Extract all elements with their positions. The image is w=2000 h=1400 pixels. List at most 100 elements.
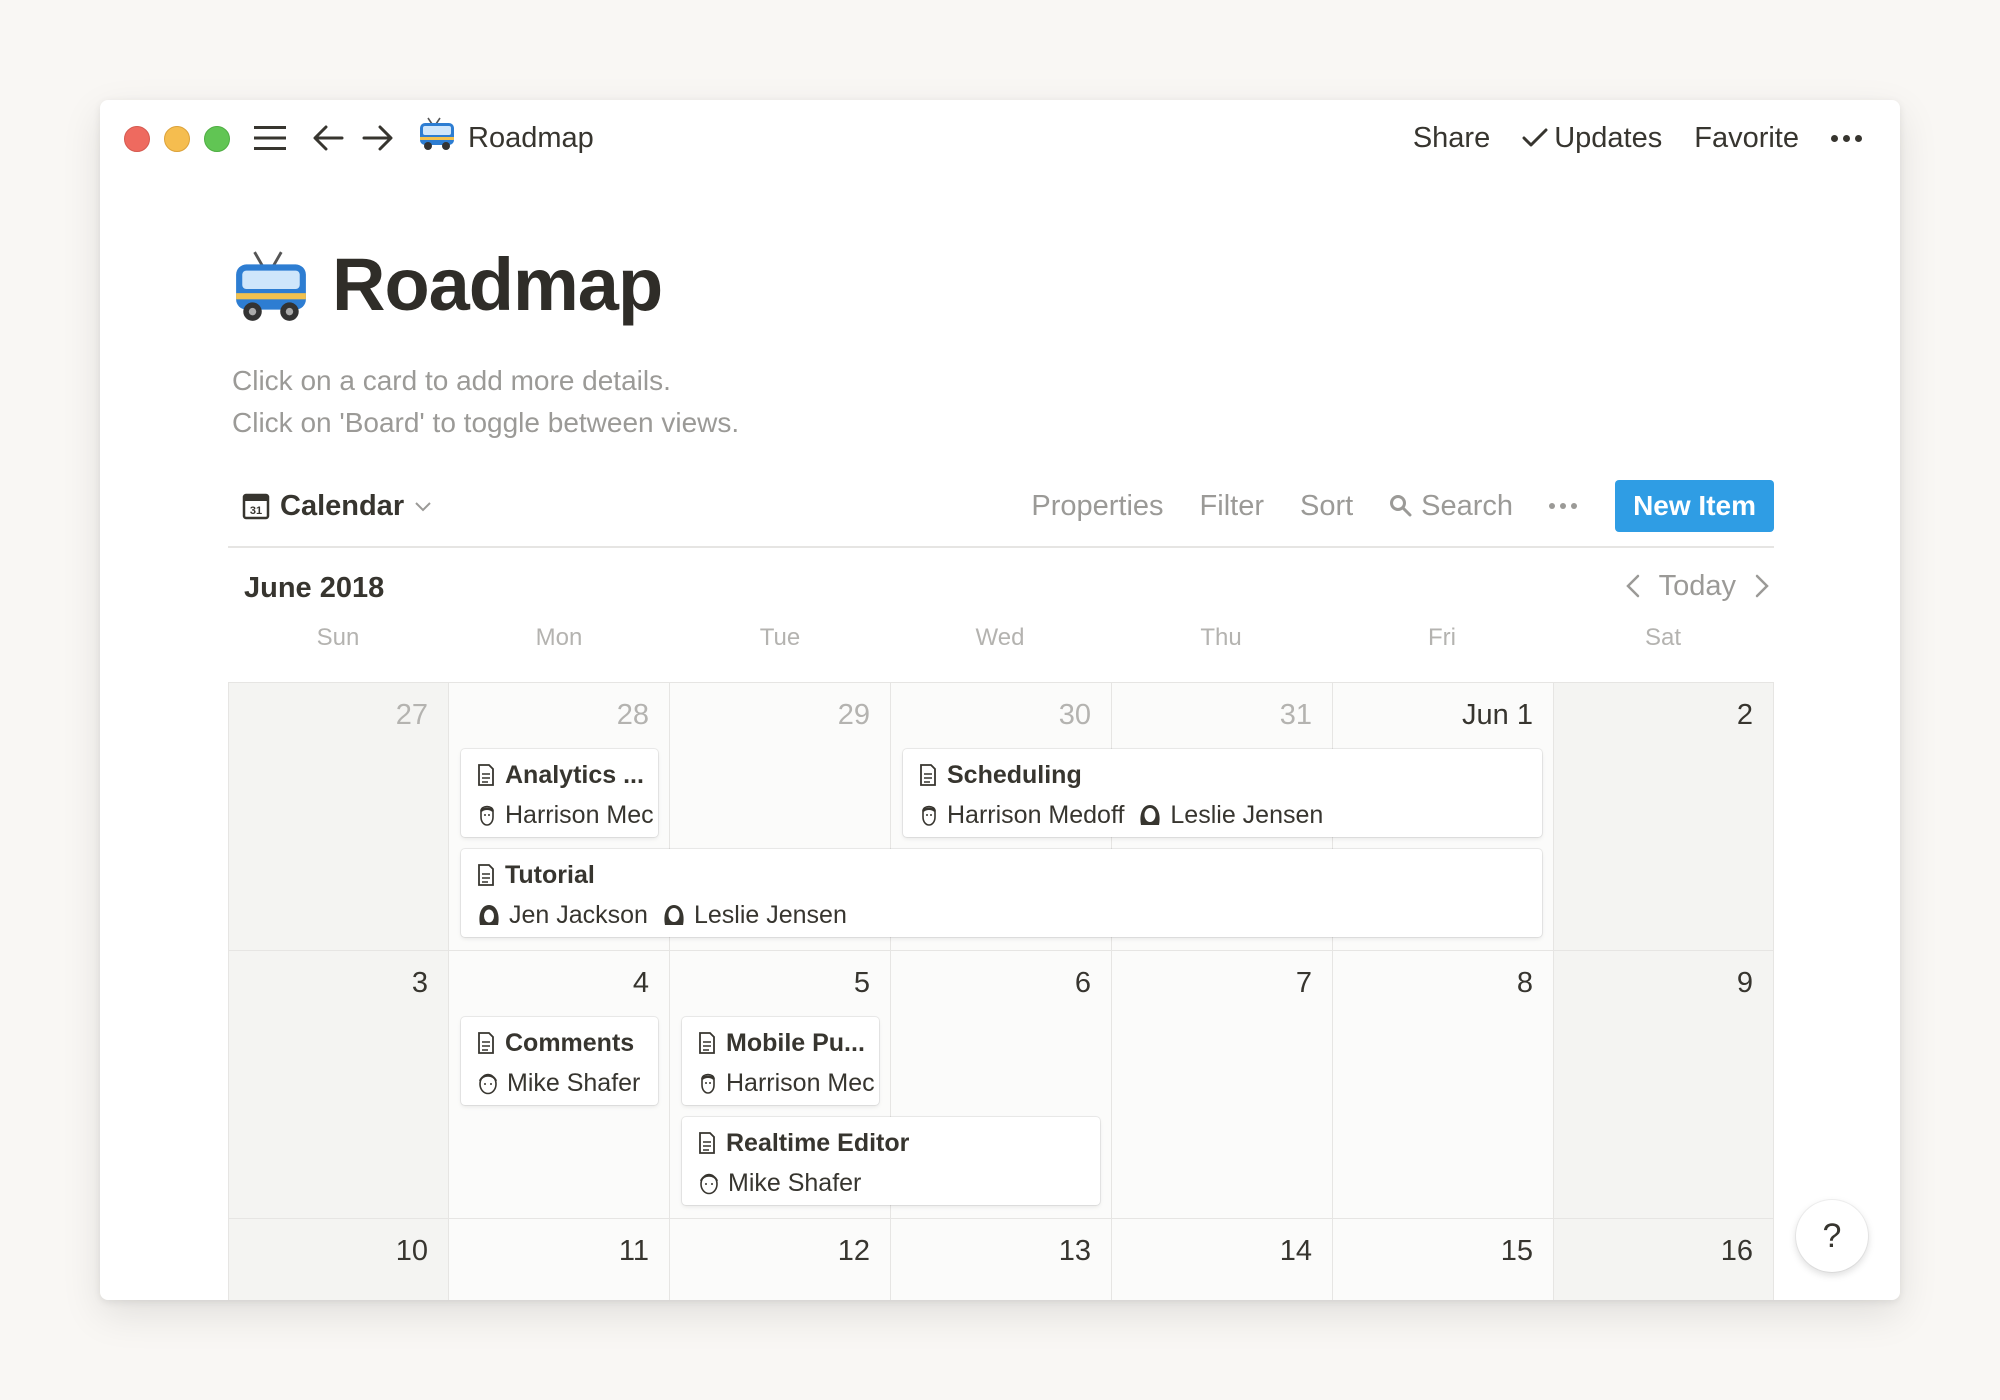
person: Mike Shafer <box>698 1169 861 1198</box>
weekday-header: Sun <box>316 624 360 651</box>
previous-month-icon[interactable] <box>1623 572 1643 600</box>
weekday-header: Tue <box>759 624 801 651</box>
day-cell[interactable]: 3 <box>228 951 449 1219</box>
updates-label: Updates <box>1554 121 1663 154</box>
day-number: 13 <box>1058 1235 1091 1267</box>
event-card[interactable]: Scheduling Harrison Medoff Leslie Jensen <box>903 749 1542 837</box>
event-people: Harrison Medoff Leslie Jensen <box>919 797 1323 833</box>
app-window: Roadmap Share Updates Favorite Roadmap C… <box>100 100 1900 1300</box>
day-number: 5 <box>853 967 870 999</box>
person-name: Harrison Medoff <box>947 800 1125 829</box>
chevron-down-icon <box>415 502 431 512</box>
share-button[interactable]: Share <box>1413 122 1490 155</box>
sidebar-menu-icon[interactable] <box>250 120 290 156</box>
event-title-text: Mobile Pu... <box>726 1028 865 1057</box>
day-number: 31 <box>1279 699 1312 731</box>
search-button[interactable]: Search <box>1389 490 1513 523</box>
person-name: Harrison Mec <box>505 800 654 829</box>
person-name: Leslie Jensen <box>1170 800 1324 829</box>
event-title: Tutorial <box>477 857 1532 893</box>
avatar-icon <box>664 905 684 925</box>
page-description[interactable]: Click on a card to add more details. Cli… <box>232 360 739 444</box>
updates-button[interactable]: Updates <box>1522 122 1662 155</box>
weekday-header: Wed <box>975 624 1025 651</box>
search-label: Search <box>1421 489 1514 522</box>
person: Jen Jackson <box>477 901 648 930</box>
day-cell[interactable]: 15 <box>1333 1219 1554 1300</box>
minimize-window-button[interactable] <box>164 126 190 152</box>
day-cell[interactable]: 14 <box>1112 1219 1333 1300</box>
avatar-icon <box>700 1173 718 1195</box>
event-title: Analytics ... <box>477 757 648 793</box>
page-icon <box>699 1032 715 1054</box>
day-cell[interactable]: 12 <box>670 1219 891 1300</box>
close-window-button[interactable] <box>124 126 150 152</box>
day-cell[interactable]: 9 <box>1554 951 1774 1219</box>
day-number: 4 <box>632 967 649 999</box>
page-icon[interactable] <box>232 250 310 329</box>
checkmark-icon <box>1522 128 1548 147</box>
favorite-button[interactable]: Favorite <box>1694 122 1799 155</box>
breadcrumb[interactable]: Roadmap <box>418 117 594 159</box>
event-title: Mobile Pu... <box>698 1025 869 1061</box>
event-title-text: Analytics ... <box>505 760 644 789</box>
share-label: Share <box>1412 121 1491 154</box>
view-switcher[interactable]: 31 Calendar <box>242 486 432 526</box>
forward-arrow-icon[interactable] <box>360 120 396 156</box>
day-number: 7 <box>1295 967 1312 999</box>
more-options-icon[interactable] <box>1831 134 1862 142</box>
event-people: Mike Shafer <box>698 1165 861 1201</box>
page-title[interactable]: Roadmap <box>332 242 663 327</box>
event-card[interactable]: Mobile Pu... Harrison Mec <box>682 1017 879 1105</box>
event-card[interactable]: Tutorial Jen Jackson Leslie Jensen <box>461 849 1542 937</box>
person-name: Jen Jackson <box>509 900 648 929</box>
back-arrow-icon[interactable] <box>310 120 346 156</box>
person: Harrison Mec <box>698 1069 875 1098</box>
event-card[interactable]: Realtime Editor Mike Shafer <box>682 1117 1100 1205</box>
day-number: 14 <box>1279 1235 1312 1267</box>
event-card[interactable]: Analytics ... Harrison Mec <box>461 749 658 837</box>
day-cell[interactable]: 2 <box>1554 683 1774 951</box>
calendar-grid: 27 28 29 30 31 Jun 1 2 3 4 5 6 7 8 9 10 … <box>228 682 1774 1300</box>
event-title: Realtime Editor <box>698 1125 1090 1161</box>
day-cell[interactable]: 27 <box>228 683 449 951</box>
person-name: Harrison Mec <box>726 1068 875 1097</box>
view-more-icon[interactable] <box>1549 503 1578 509</box>
day-number: 30 <box>1058 699 1091 731</box>
day-number: 28 <box>616 699 649 731</box>
day-number: 8 <box>1516 967 1533 999</box>
weekday-header: Thu <box>1200 624 1242 651</box>
day-cell[interactable]: 11 <box>449 1219 670 1300</box>
breadcrumb-title: Roadmap <box>468 121 594 154</box>
filter-button[interactable]: Filter <box>1200 490 1264 523</box>
person-name: Mike Shafer <box>728 1168 862 1197</box>
person-name: Mike Shafer <box>507 1068 641 1097</box>
person: Harrison Mec <box>477 801 654 830</box>
event-card[interactable]: Comments Mike Shafer <box>461 1017 658 1105</box>
properties-button[interactable]: Properties <box>1031 490 1163 523</box>
trolleybus-icon <box>418 117 456 159</box>
event-people: Harrison Mec <box>477 797 654 833</box>
title-bar: Roadmap Share Updates Favorite <box>100 100 1900 176</box>
day-cell[interactable]: 16 <box>1554 1219 1774 1300</box>
search-icon <box>1390 495 1412 517</box>
day-number: 16 <box>1720 1235 1753 1267</box>
avatar-icon <box>922 805 936 826</box>
event-people: Mike Shafer <box>477 1065 640 1101</box>
event-title-text: Scheduling <box>947 760 1082 789</box>
day-cell[interactable]: 13 <box>891 1219 1112 1300</box>
page-icon <box>478 764 494 786</box>
page-icon <box>920 764 936 786</box>
day-number: 9 <box>1736 967 1753 999</box>
day-cell[interactable]: 10 <box>228 1219 449 1300</box>
help-button[interactable]: ? <box>1796 1200 1868 1272</box>
maximize-window-button[interactable] <box>204 126 230 152</box>
next-month-icon[interactable] <box>1752 572 1772 600</box>
day-cell[interactable]: 8 <box>1333 951 1554 1219</box>
day-cell[interactable]: 7 <box>1112 951 1333 1219</box>
weekday-header: Sat <box>1644 624 1682 651</box>
new-item-button[interactable]: New Item <box>1615 480 1774 532</box>
today-button[interactable]: Today <box>1659 570 1736 603</box>
sort-button[interactable]: Sort <box>1300 490 1353 523</box>
avatar-icon <box>701 1073 715 1094</box>
